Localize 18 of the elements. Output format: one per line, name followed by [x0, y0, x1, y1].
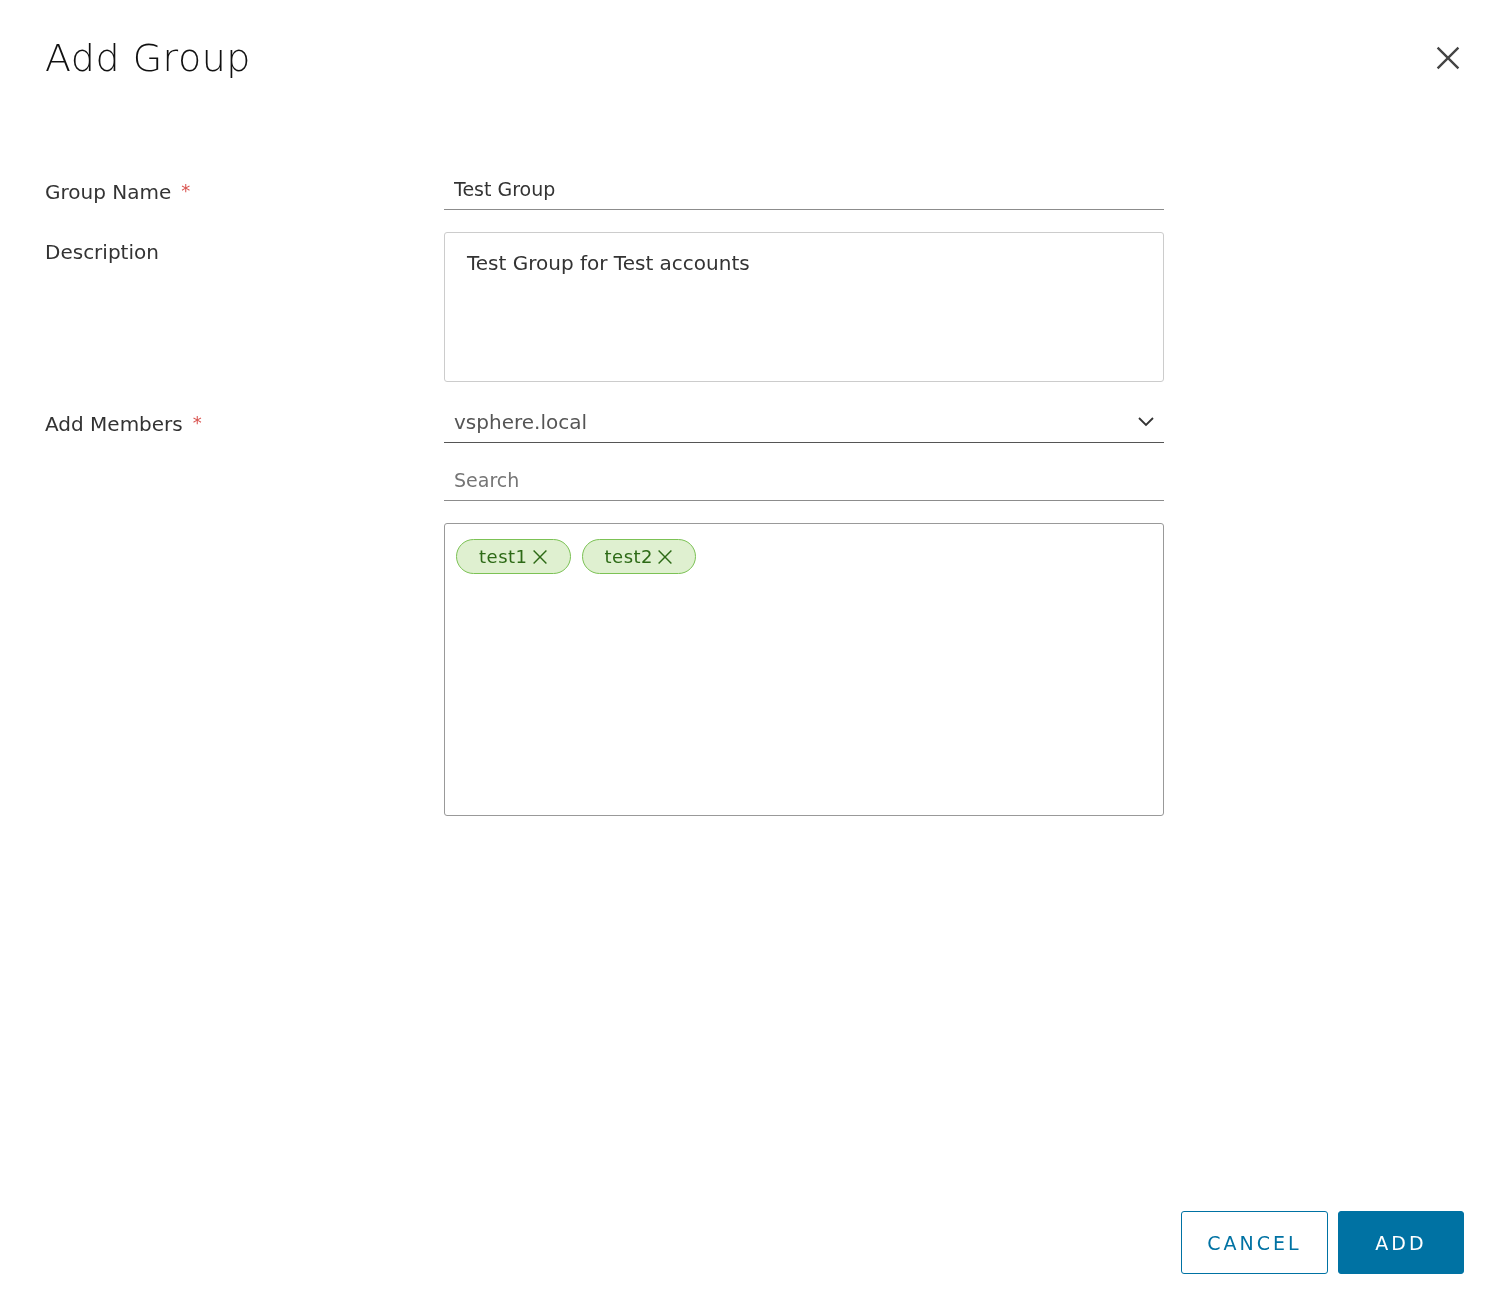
remove-tag-button[interactable] [531, 548, 548, 565]
field-label: Add Members [45, 412, 183, 436]
description-field[interactable]: Test Group for Test accounts [444, 232, 1164, 382]
close-icon [657, 548, 674, 565]
close-icon [1435, 45, 1461, 71]
field-label: Group Name [45, 180, 172, 204]
chevron-down-icon [1138, 417, 1154, 427]
member-tag: test1 [456, 539, 571, 574]
close-icon [531, 548, 548, 565]
required-mark: * [181, 180, 191, 201]
domain-dropdown[interactable]: vsphere.local [444, 404, 1164, 443]
cancel-button[interactable]: CANCEL [1181, 1211, 1328, 1274]
dialog-title: Add Group [45, 36, 251, 80]
required-mark: * [192, 412, 202, 433]
member-tag: test2 [581, 539, 697, 574]
add-button[interactable]: ADD [1338, 1211, 1464, 1274]
field-label: Description [45, 240, 159, 264]
remove-tag-button[interactable] [657, 548, 674, 565]
